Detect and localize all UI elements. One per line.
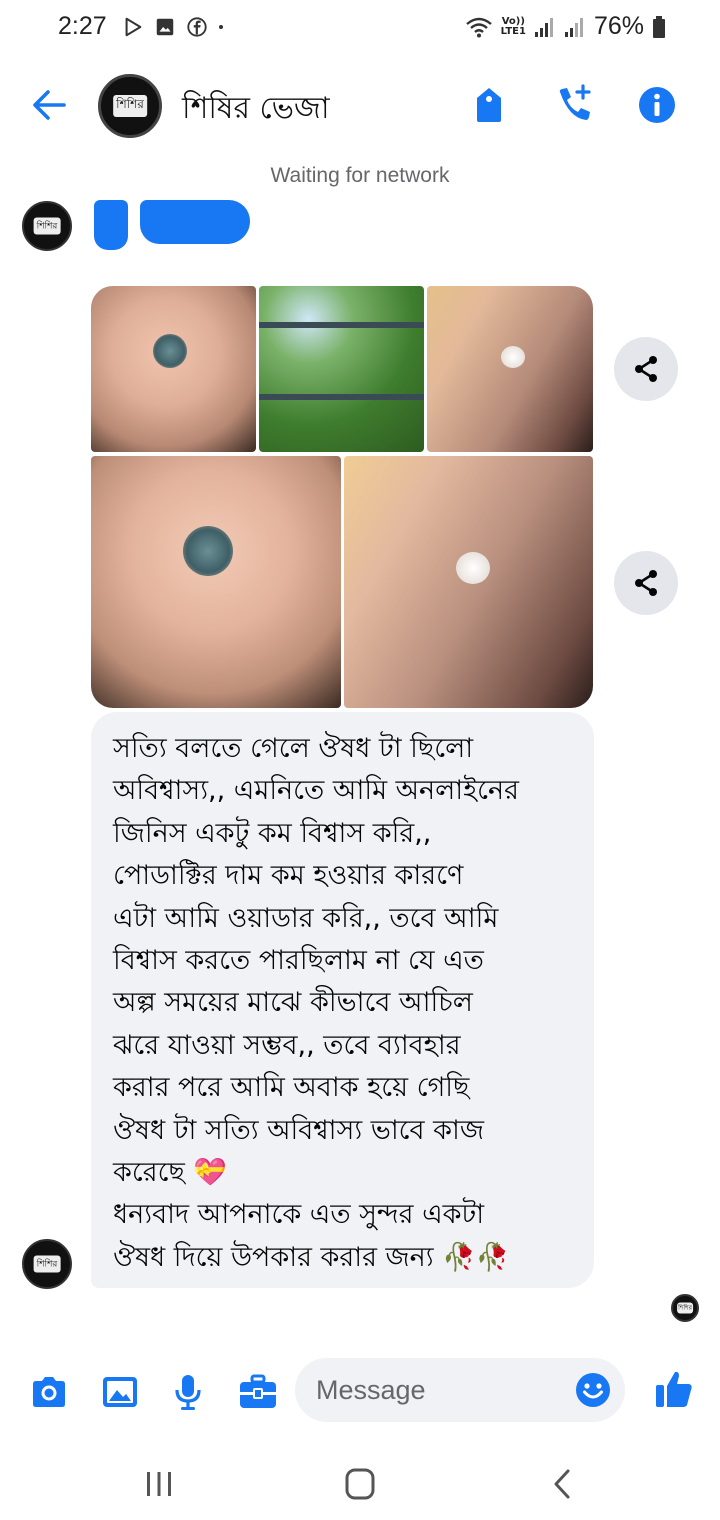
message-text: সত্যি বলতে গেলে ঔষধ টা ছিলো অবিশ্বাস্য,,… [113, 733, 519, 1273]
tag-icon[interactable] [468, 84, 510, 126]
sender-avatar-2[interactable]: শিশির [22, 1239, 72, 1289]
emoji-icon[interactable] [575, 1372, 611, 1408]
back-nav-icon[interactable] [542, 1464, 582, 1504]
status-time: 2:27 [58, 12, 107, 40]
system-nav-bar [0, 1440, 720, 1520]
battery-icon [653, 15, 665, 38]
photo-knee-wart-2[interactable] [91, 456, 341, 708]
previous-message-bubble[interactable] [94, 200, 128, 250]
photo-knee-healed-1[interactable] [427, 286, 593, 452]
play-store-icon [125, 17, 142, 37]
more-notifications-icon [219, 25, 223, 29]
facebook-notification-icon [187, 17, 207, 37]
status-bar: 2:27 Vo)) LTE1 76% [0, 0, 720, 60]
message-placeholder: Message [316, 1375, 426, 1405]
previous-message-bubble-2[interactable] [140, 200, 250, 244]
home-icon[interactable] [340, 1464, 380, 1504]
notification-icons [122, 16, 230, 38]
share-button[interactable] [614, 337, 678, 401]
sender-avatar[interactable]: শিশির [22, 201, 72, 251]
recent-apps-icon[interactable] [139, 1464, 179, 1504]
back-arrow-icon[interactable] [28, 84, 70, 126]
photo-knee-wart-1[interactable] [91, 286, 256, 452]
gallery-notification-icon [156, 18, 174, 36]
share-button-2[interactable] [614, 551, 678, 615]
share-icon [635, 570, 657, 596]
contact-avatar[interactable]: শিশির [98, 74, 162, 138]
avatar-logo-text: শিশির [33, 1255, 61, 1273]
signal-2-icon [564, 17, 583, 37]
network-status: Waiting for network [270, 164, 450, 187]
signal-1-icon [534, 17, 553, 37]
avatar-logo-text: শিশির [677, 1302, 693, 1314]
thumbs-up-icon[interactable] [653, 1368, 695, 1410]
message-bubble[interactable]: সত্যি বলতে গেলে ঔষধ টা ছিলো অবিশ্বাস্য,,… [91, 712, 594, 1288]
mic-icon[interactable] [168, 1372, 208, 1412]
system-indicators: Vo)) LTE1 76% [465, 12, 666, 41]
avatar-logo-text: শিশির [113, 95, 147, 117]
seen-indicator-avatar: শিশির [671, 1294, 699, 1322]
avatar-logo-text: শিশির [33, 217, 61, 235]
message-input[interactable]: Message [295, 1358, 625, 1422]
photo-tree-leaves[interactable] [259, 286, 424, 452]
info-icon[interactable] [636, 84, 678, 126]
message-composer: Message [0, 1352, 720, 1428]
chat-header: শিশির শিষির ভেজা [0, 60, 720, 152]
briefcase-icon[interactable] [238, 1372, 278, 1412]
lte-indicator: Vo)) LTE1 [500, 15, 526, 37]
contact-name[interactable]: শিষির ভেজা [182, 84, 330, 135]
camera-icon[interactable] [29, 1372, 69, 1412]
add-call-icon[interactable] [553, 84, 595, 126]
wifi-icon [465, 17, 492, 37]
photo-knee-healed-2[interactable] [344, 456, 593, 708]
battery-percent: 76% [593, 12, 644, 40]
share-icon [635, 356, 657, 382]
image-icon[interactable] [100, 1372, 140, 1412]
